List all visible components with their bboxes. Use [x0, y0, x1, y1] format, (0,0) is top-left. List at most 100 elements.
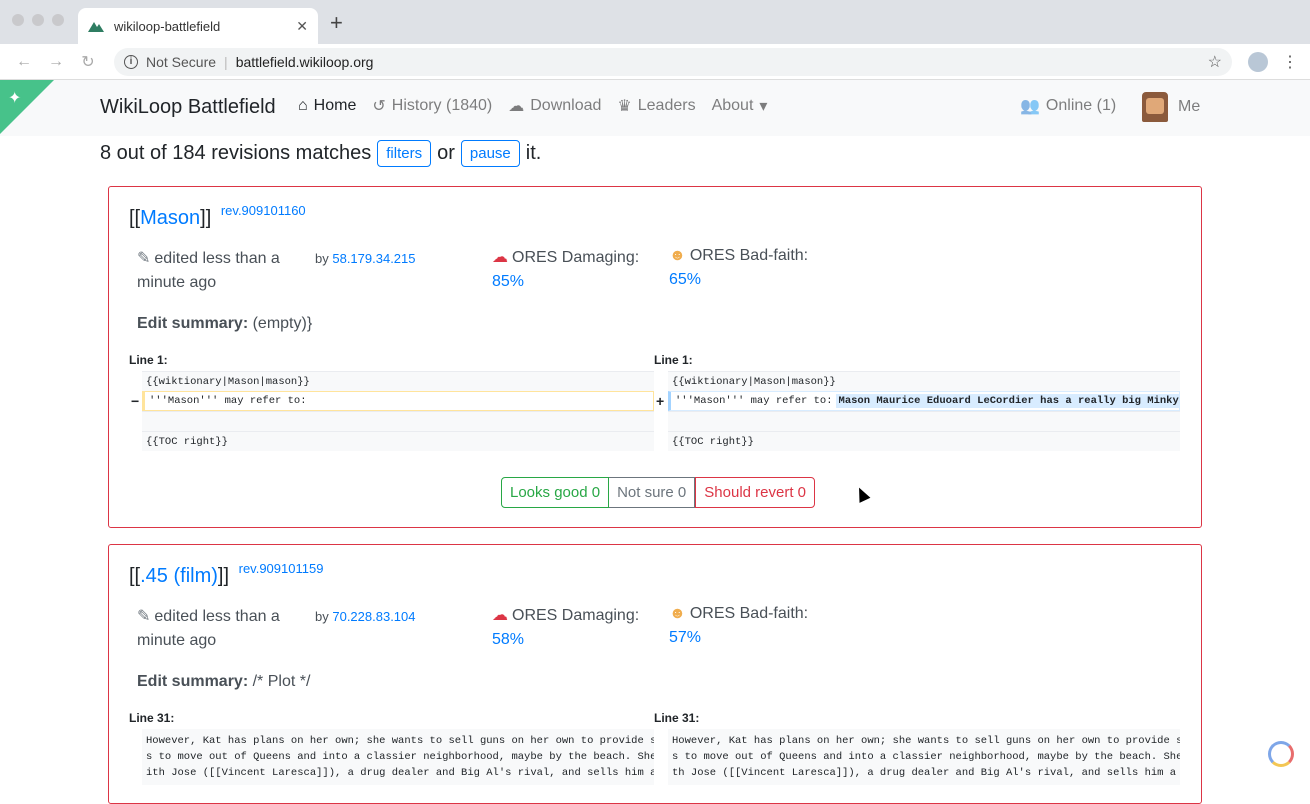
by-label: by [315, 251, 329, 266]
online-indicator[interactable]: 👥 Online (1) [1020, 96, 1116, 116]
diff-row: {{wiktionary|Mason|mason}} [668, 371, 1180, 391]
match-count-text: 8 out of 184 revisions matches [100, 142, 372, 164]
badfaith-value: 65% [669, 271, 702, 288]
window-controls [12, 14, 64, 26]
looks-good-button[interactable]: Looks good 0 [501, 477, 610, 508]
diff-text-line: s to move out of Queens and into a class… [146, 751, 654, 763]
close-window-button[interactable] [12, 14, 24, 26]
nav-home-label: Home [313, 97, 357, 114]
edit-time-text: edited less than a minute ago [137, 250, 280, 291]
damaging-value: 58% [492, 631, 525, 648]
diff-line-label-right: Line 31: [654, 711, 700, 725]
diff-view: Line 31: Line 31: However, Kat has plans… [129, 711, 1181, 791]
diff-text-line: th Jose ([[Vincent Laresca]]), a drug de… [672, 767, 1180, 779]
browser-menu-icon[interactable]: ⋮ [1282, 52, 1298, 72]
revision-title: [[Mason]] rev.909101160 [129, 203, 306, 230]
separator: | [224, 53, 228, 70]
diff-row-deleted: '''Mason''' may refer to: [142, 391, 654, 411]
tab-title: wikiloop-battlefield [114, 18, 221, 34]
nav-history-label: History (1840) [391, 97, 493, 114]
home-icon: ⌂ [298, 97, 308, 114]
diff-minus-marker: − [131, 393, 140, 409]
diff-row: {{TOC right}} [668, 431, 1180, 451]
nav-home[interactable]: ⌂ Home [298, 96, 356, 116]
me-label: Me [1178, 98, 1201, 115]
judgement-buttons: Looks good 0 Not sure 0 Should revert 0 [501, 477, 816, 508]
masks-icon: ☻ [669, 605, 686, 622]
article-link[interactable]: Mason [140, 207, 200, 229]
brand-title[interactable]: WikiLoop Battlefield [100, 96, 276, 119]
pencil-icon: ✎ [137, 608, 151, 625]
nav-history[interactable]: ↺ History (1840) [372, 96, 492, 116]
user-menu[interactable]: Me [1142, 92, 1200, 122]
diff-row-added: '''Mason''' may refer to: Mason Maurice … [668, 391, 1180, 411]
revision-card: [[Mason]] rev.909101160 ✎ edited less tha… [108, 186, 1202, 528]
user-link[interactable]: 58.179.34.215 [332, 251, 415, 266]
nav-leaders[interactable]: ♛ Leaders [617, 96, 695, 116]
masks-icon: ☻ [669, 247, 686, 264]
revision-link[interactable]: rev.909101159 [239, 561, 324, 576]
users-icon: 👥 [1020, 98, 1040, 115]
title-bracket-open: [[ [129, 565, 141, 587]
edit-summary-label: Edit summary: [137, 315, 249, 332]
diff-row [142, 411, 654, 431]
forward-icon[interactable]: → [44, 53, 68, 71]
diff-line-label-right: Line 1: [654, 353, 693, 367]
close-tab-icon[interactable]: ✕ [296, 18, 308, 35]
revision-title: [[.45 (film)]] rev.909101159 [129, 561, 323, 588]
diff-added-text: Mason Maurice Eduoard LeCordier has a re… [835, 394, 1179, 408]
trophy-icon: ♛ [617, 98, 632, 115]
filters-button[interactable]: filters [377, 140, 432, 167]
it-text: it. [525, 142, 542, 164]
badfaith-label: ORES Bad-faith: [689, 247, 809, 264]
or-text: or [437, 142, 455, 164]
nav-links: ⌂ Home ↺ History (1840) ☁ Download ♛ Leaders… [298, 96, 767, 116]
cloud-download-icon: ☁ [508, 98, 525, 115]
browser-toolbar: ← → ↻ i Not Secure | battlefield.wikiloo… [0, 44, 1310, 80]
title-bracket-close: ]] [217, 565, 230, 587]
diff-row [668, 411, 1180, 431]
badfaith-value: 57% [669, 629, 702, 646]
article-link[interactable]: .45 (film) [140, 565, 218, 587]
reload-icon[interactable]: ↻ [76, 52, 100, 72]
feedback-widget-icon[interactable] [1268, 741, 1294, 767]
avatar [1142, 92, 1168, 122]
not-sure-button[interactable]: Not sure 0 [609, 477, 696, 508]
should-revert-button[interactable]: Should revert 0 [695, 477, 816, 508]
user-link[interactable]: 70.228.83.104 [332, 609, 415, 624]
browser-tab[interactable]: wikiloop-battlefield ✕ [78, 8, 318, 44]
diff-right-column: However, Kat has plans on her own; she w… [668, 729, 1180, 785]
maximize-window-button[interactable] [52, 14, 64, 26]
diff-row: {{wiktionary|Mason|mason}} [142, 371, 654, 391]
address-bar[interactable]: i Not Secure | battlefield.wikiloop.org … [114, 47, 1232, 76]
bookmark-star-icon[interactable]: ☆ [1208, 52, 1222, 72]
diff-line-label-left: Line 31: [129, 711, 175, 725]
diff-text-line: However, Kat has plans on her own; she w… [672, 735, 1180, 747]
title-bracket-close: ]] [200, 207, 212, 229]
edit-summary: Edit summary: (empty)} [137, 315, 312, 333]
nav-download[interactable]: ☁ Download [508, 96, 601, 116]
nav-about-dropdown[interactable]: About ▾ [712, 96, 768, 116]
title-bracket-open: [[ [129, 207, 141, 229]
profile-avatar[interactable] [1248, 51, 1268, 72]
diff-row: {{TOC right}} [142, 431, 654, 451]
github-cat-icon: ✦ [8, 90, 22, 107]
back-icon[interactable]: ← [12, 53, 36, 71]
app-navbar: ✦ WikiLoop Battlefield ⌂ Home ↺ History (1… [0, 80, 1310, 136]
online-label: Online (1) [1045, 97, 1117, 114]
diff-line-label-left: Line 1: [129, 353, 168, 367]
diff-left-column: However, Kat has plans on her own; she w… [142, 729, 654, 785]
not-secure-label: Not Secure [146, 53, 217, 70]
browser-tab-bar: wikiloop-battlefield ✕ + [0, 0, 1310, 44]
pause-button[interactable]: pause [460, 140, 520, 167]
revision-link[interactable]: rev.909101160 [221, 203, 306, 218]
info-icon[interactable]: i [124, 54, 138, 69]
diff-plus-marker: + [656, 393, 665, 409]
by-label: by [315, 609, 329, 624]
new-tab-button[interactable]: + [330, 12, 343, 34]
minimize-window-button[interactable] [32, 14, 44, 26]
diff-text-line: ith Jose ([[Vincent Laresca]]), a drug d… [146, 767, 654, 779]
url-text[interactable]: battlefield.wikiloop.org [236, 54, 1208, 70]
diff-view: Line 1: Line 1: − + {{wiktionary|Mason|m… [129, 353, 1181, 453]
damaging-label: ORES Damaging: [512, 607, 640, 624]
